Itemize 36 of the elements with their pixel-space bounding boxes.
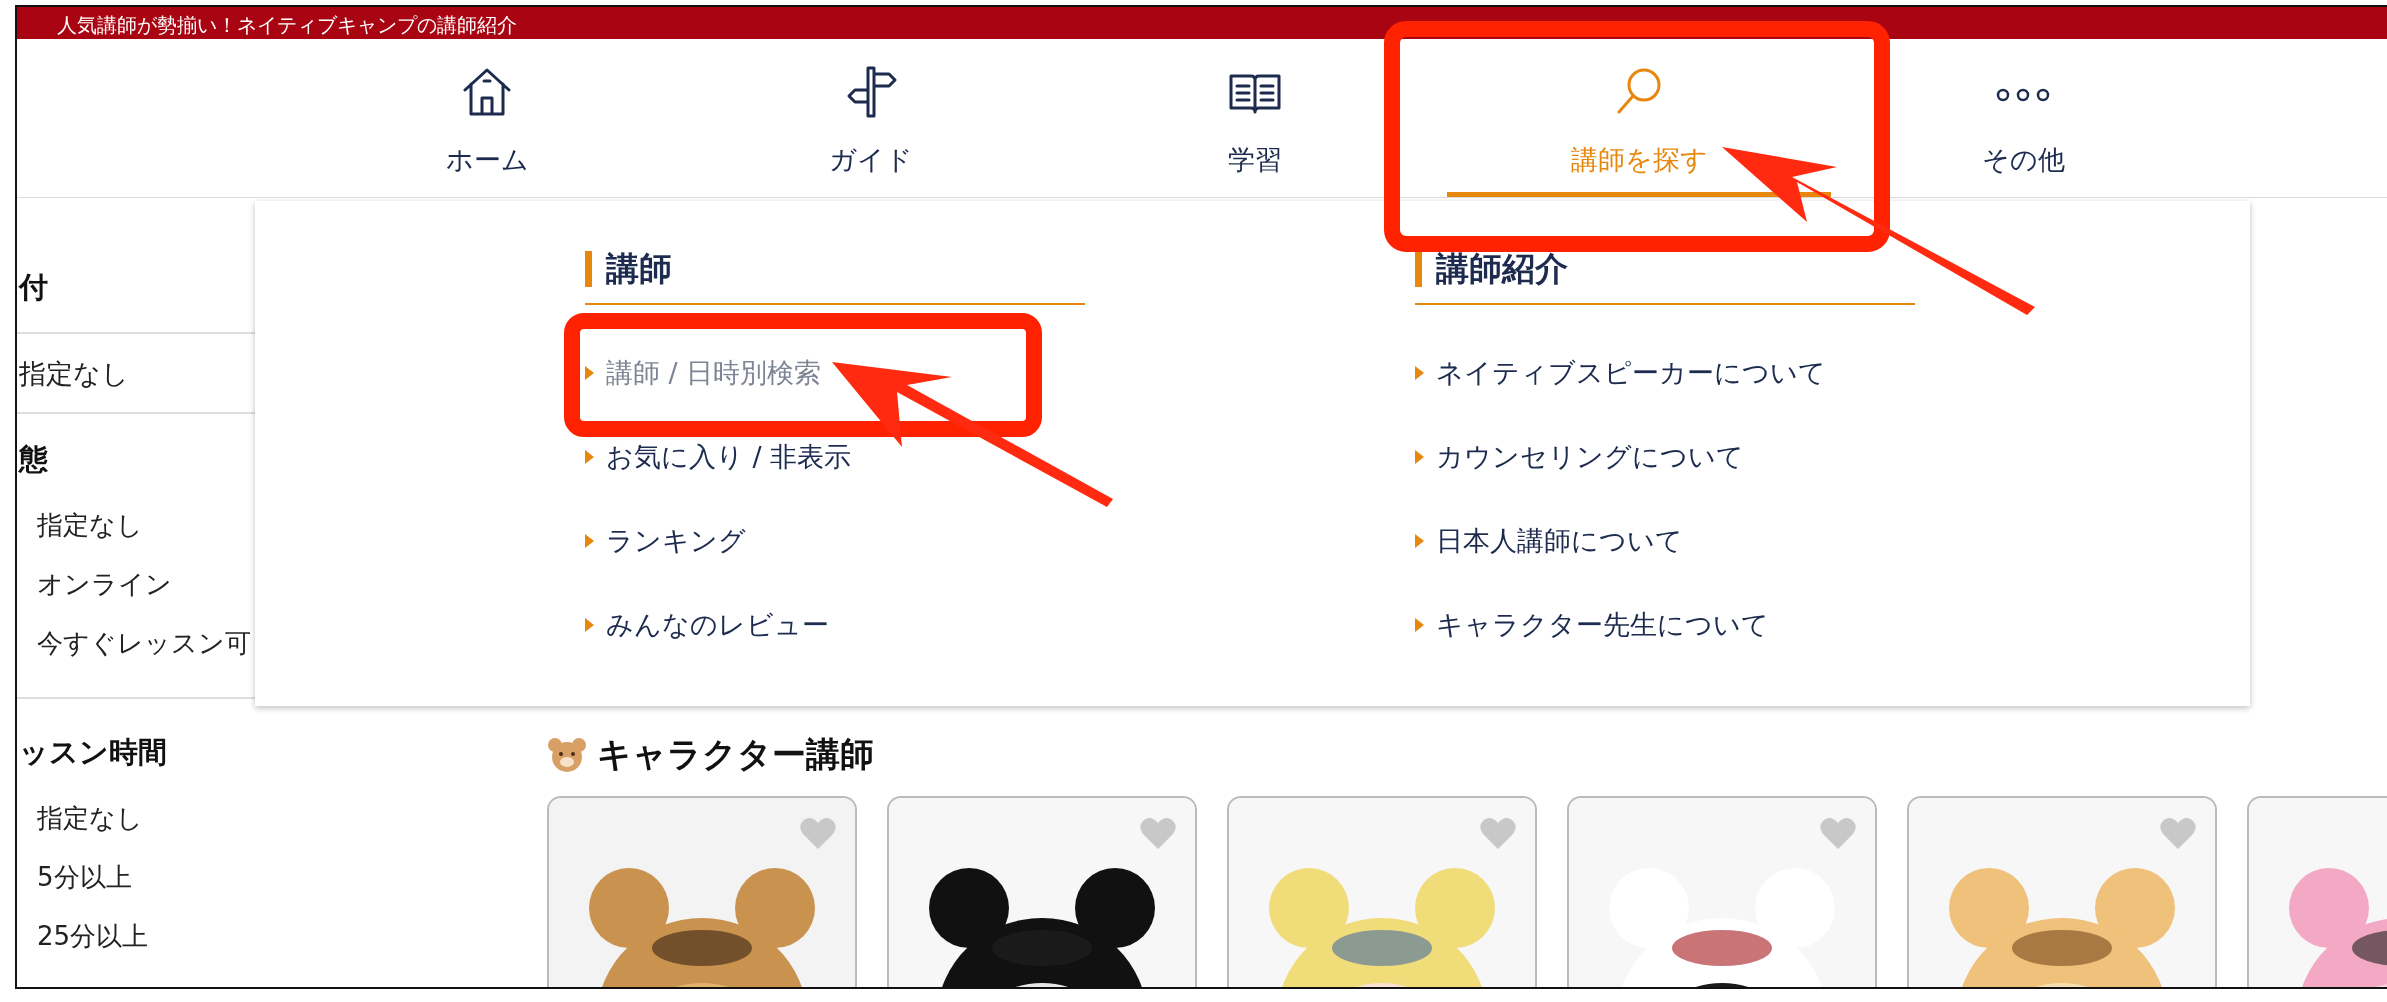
filter-option[interactable]: 指定なし xyxy=(17,791,507,850)
triangle-icon xyxy=(1415,450,1424,464)
heart-icon[interactable] xyxy=(1139,816,1177,850)
more-icon xyxy=(1995,88,2051,102)
menu-link[interactable]: ランキング xyxy=(585,499,746,583)
heart-icon[interactable] xyxy=(1479,816,1517,850)
menu-heading: 講師 xyxy=(585,251,1415,287)
nav-tab[interactable]: その他 xyxy=(1831,39,2215,197)
menu-link[interactable]: ネイティブスピーカーについて xyxy=(1415,331,1826,415)
menu-link[interactable]: キャラクター先生について xyxy=(1415,583,1769,667)
nav-tab[interactable]: ガイド xyxy=(679,39,1063,197)
heart-icon[interactable] xyxy=(2159,816,2197,850)
filter-option[interactable]: 5分以上 xyxy=(17,850,507,909)
filter-heading: 付 xyxy=(17,269,49,306)
triangle-icon xyxy=(585,534,594,548)
menu-link[interactable]: 講師 / 日時別検索 xyxy=(585,331,822,415)
section-title: キャラクター講師 xyxy=(597,733,874,776)
menu-link[interactable]: 日本人講師について xyxy=(1415,499,1683,583)
menu-link[interactable]: カウンセリングについて xyxy=(1415,415,1744,499)
triangle-icon xyxy=(585,618,594,632)
nav-tab[interactable]: ホーム xyxy=(295,39,679,197)
banner-text: 人気講師が勢揃い！ネイティブキャンプの講師紹介 xyxy=(57,13,517,37)
triangle-icon xyxy=(1415,366,1424,380)
menu-link[interactable]: お気に入り / 非表示 xyxy=(585,415,852,499)
triangle-icon xyxy=(1415,618,1424,632)
bear-icon xyxy=(547,737,587,773)
filter-heading: ッスン時間 xyxy=(18,734,168,771)
filter-option[interactable]: 25分以上 xyxy=(17,909,507,968)
triangle-icon xyxy=(585,450,594,464)
menu-link[interactable]: みんなのレビュー xyxy=(585,583,829,667)
heart-icon[interactable] xyxy=(1819,816,1857,850)
triangle-icon xyxy=(1415,534,1424,548)
triangle-icon xyxy=(585,366,594,380)
nav-tab[interactable]: 学習 xyxy=(1063,39,1447,197)
heart-icon[interactable] xyxy=(799,816,837,850)
filter-heading: 態 xyxy=(17,441,49,478)
